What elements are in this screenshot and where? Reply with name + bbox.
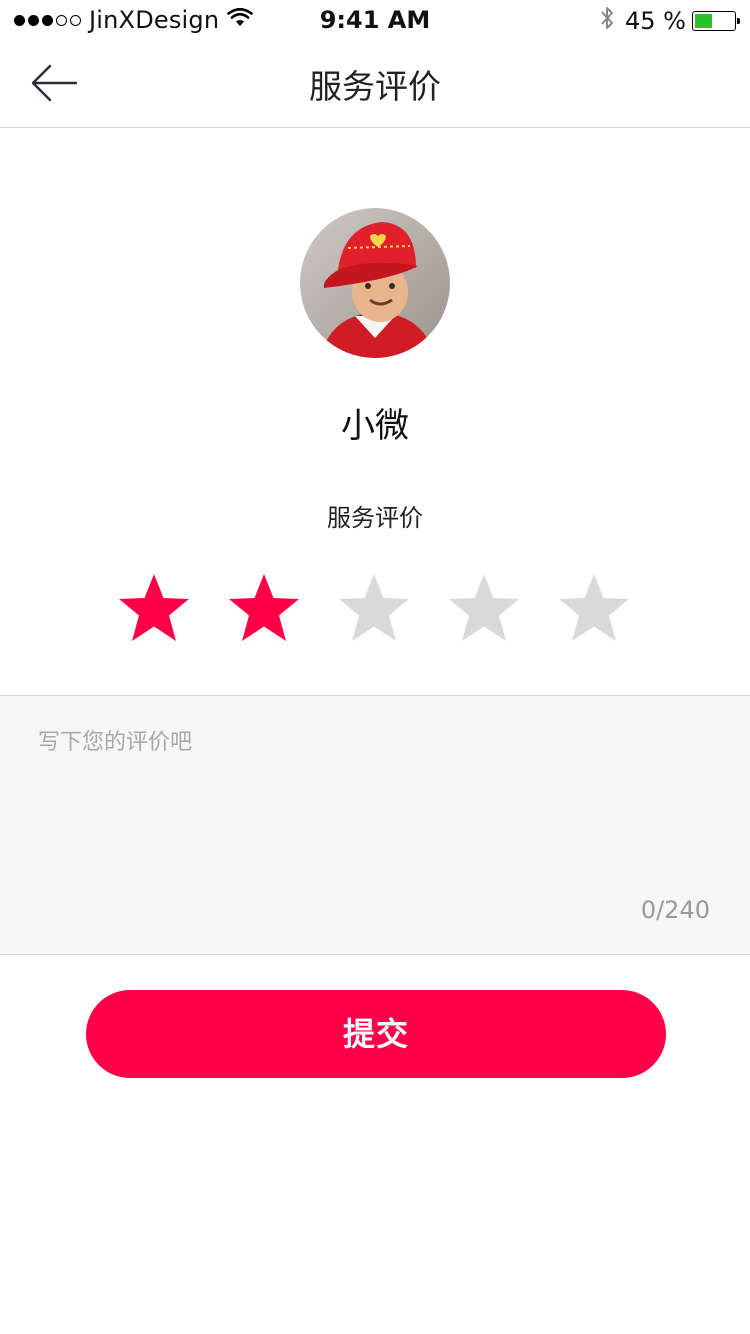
bluetooth-icon — [599, 6, 615, 36]
battery-level-fill — [695, 14, 712, 28]
navigation-bar: 服务评价 — [0, 40, 750, 128]
page-title: 服务评价 — [309, 67, 441, 106]
user-name: 小微 — [341, 406, 409, 446]
character-counter: 0/240 — [640, 896, 710, 924]
submit-button[interactable]: 提交 — [86, 990, 666, 1078]
review-input[interactable] — [38, 724, 708, 884]
avatar — [300, 208, 450, 358]
rating-label: 服务评价 — [327, 504, 423, 532]
star-icon-4[interactable] — [447, 572, 521, 642]
status-bar: JinXDesign 9:41 AM 45 % — [0, 0, 750, 40]
star-icon-5[interactable] — [557, 572, 631, 642]
star-icon-1[interactable] — [117, 572, 191, 642]
battery-icon — [692, 11, 740, 31]
battery-percentage: 45 % — [625, 7, 686, 35]
star-rating[interactable] — [117, 572, 637, 644]
star-icon-3[interactable] — [337, 572, 411, 642]
review-box: 0/240 — [0, 695, 750, 955]
status-bar-right: 45 % — [599, 6, 740, 36]
star-icon-2[interactable] — [227, 572, 301, 642]
